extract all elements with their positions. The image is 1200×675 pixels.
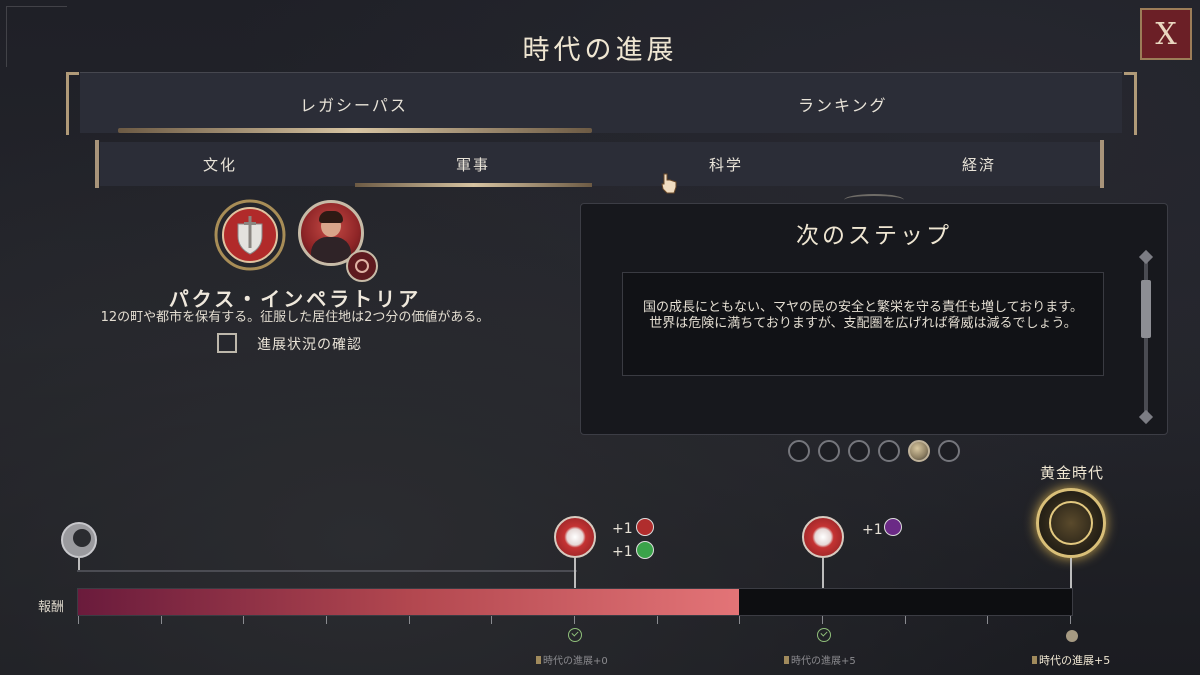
golden-age-medal-ring — [1049, 501, 1093, 545]
milestone-2-icon[interactable] — [802, 516, 844, 558]
military-token-icon — [636, 518, 654, 536]
progress-check-label[interactable]: 進展状況の確認 — [257, 334, 362, 354]
civ-emblem-icon — [346, 250, 378, 282]
milestone-2-bonus-1: +1 — [862, 522, 883, 538]
tab-military[interactable]: 軍事 — [456, 154, 490, 175]
milestone-1-age-points: 時代の進展+0 — [536, 652, 608, 667]
milestone-2-pin — [822, 558, 824, 588]
tab-bracket-right — [1124, 72, 1137, 135]
hand-cursor-icon — [661, 173, 677, 194]
milestone-3-age-points: 時代の進展+5 — [1032, 652, 1110, 668]
milestone-1-age-points-text: 時代の進展+0 — [543, 656, 608, 667]
subtab-bracket-right — [1100, 140, 1104, 188]
milestone-1-bonus-1: +1 — [612, 521, 633, 537]
portrait-hair — [319, 211, 343, 223]
portrait-body — [311, 237, 351, 263]
progress-tick — [78, 616, 79, 624]
timeline-track-line — [77, 570, 577, 572]
progress-tick — [1070, 616, 1071, 624]
progress-tick — [987, 616, 988, 624]
main-tab-underline — [118, 128, 592, 133]
progress-tick — [739, 616, 740, 624]
page-dot-2[interactable] — [818, 440, 840, 462]
progress-tick — [657, 616, 658, 624]
milestone-2-check-icon — [817, 628, 831, 642]
next-step-title: 次のステップ — [796, 223, 952, 249]
tab-legacy-path[interactable]: レガシーパス — [300, 92, 408, 116]
milestone-3-pin — [1070, 558, 1072, 588]
progress-tick — [822, 616, 823, 624]
tab-ranking[interactable]: ランキング — [798, 92, 888, 116]
page-dot-4[interactable] — [878, 440, 900, 462]
page-title: 時代の進展 — [522, 35, 678, 66]
milestone-2-age-points: 時代の進展+5 — [784, 652, 856, 667]
progress-tick — [905, 616, 906, 624]
progress-tick — [409, 616, 410, 624]
progress-tick — [491, 616, 492, 624]
milestone-1-pin — [574, 558, 576, 588]
page-dot-6[interactable] — [938, 440, 960, 462]
milestone-1-check-icon — [568, 628, 582, 642]
final-milestone-marker — [1066, 630, 1078, 642]
influence-token-icon — [884, 518, 902, 536]
tab-science[interactable]: 科学 — [709, 154, 743, 175]
sub-tab-bar — [100, 142, 1100, 186]
main-tab-bar — [80, 72, 1122, 133]
milestone-2-age-points-text: 時代の進展+5 — [791, 656, 856, 667]
civ-emblem-ring — [355, 259, 369, 273]
military-legacy-medal-icon — [214, 199, 286, 271]
hourglass-icon — [784, 656, 789, 664]
growth-token-icon — [636, 541, 654, 559]
hourglass-icon — [1032, 656, 1037, 664]
tab-economy[interactable]: 経済 — [962, 154, 996, 175]
page-dot-3[interactable] — [848, 440, 870, 462]
close-button[interactable]: X — [1140, 8, 1192, 60]
hourglass-icon — [536, 656, 541, 664]
page-dot-5[interactable] — [908, 440, 930, 462]
close-label: X — [1155, 16, 1177, 52]
subtab-bracket-left — [95, 140, 99, 188]
milestone-3-age-points-text: 時代の進展+5 — [1039, 654, 1111, 667]
progress-tick — [243, 616, 244, 624]
progress-check-checkbox[interactable] — [217, 333, 237, 353]
milestone-1-bonus-2: +1 — [612, 544, 633, 560]
golden-age-medal-icon — [1036, 488, 1106, 558]
tab-culture[interactable]: 文化 — [203, 154, 237, 175]
page-dot-1[interactable] — [788, 440, 810, 462]
progress-tick — [574, 616, 575, 624]
tab-bracket-left — [66, 72, 79, 135]
milestone-1-icon[interactable] — [554, 516, 596, 558]
moon-icon — [61, 522, 97, 558]
progress-tick — [326, 616, 327, 624]
next-step-text: 国の成長にともない、マヤの民の安全と繁栄を守る責任も増しております。世界は危険に… — [643, 300, 1083, 331]
progress-bar-fill — [78, 589, 739, 615]
progress-tick — [161, 616, 162, 624]
start-pin — [78, 556, 80, 570]
reward-label: 報酬 — [38, 600, 65, 615]
golden-age-label: 黄金時代 — [1040, 464, 1105, 482]
goal-description: 12の町や都市を保有する。征服した居住地は2つ分の価値がある。 — [100, 310, 490, 325]
sub-tab-underline — [355, 183, 592, 187]
scrollbar-thumb[interactable] — [1141, 280, 1151, 338]
